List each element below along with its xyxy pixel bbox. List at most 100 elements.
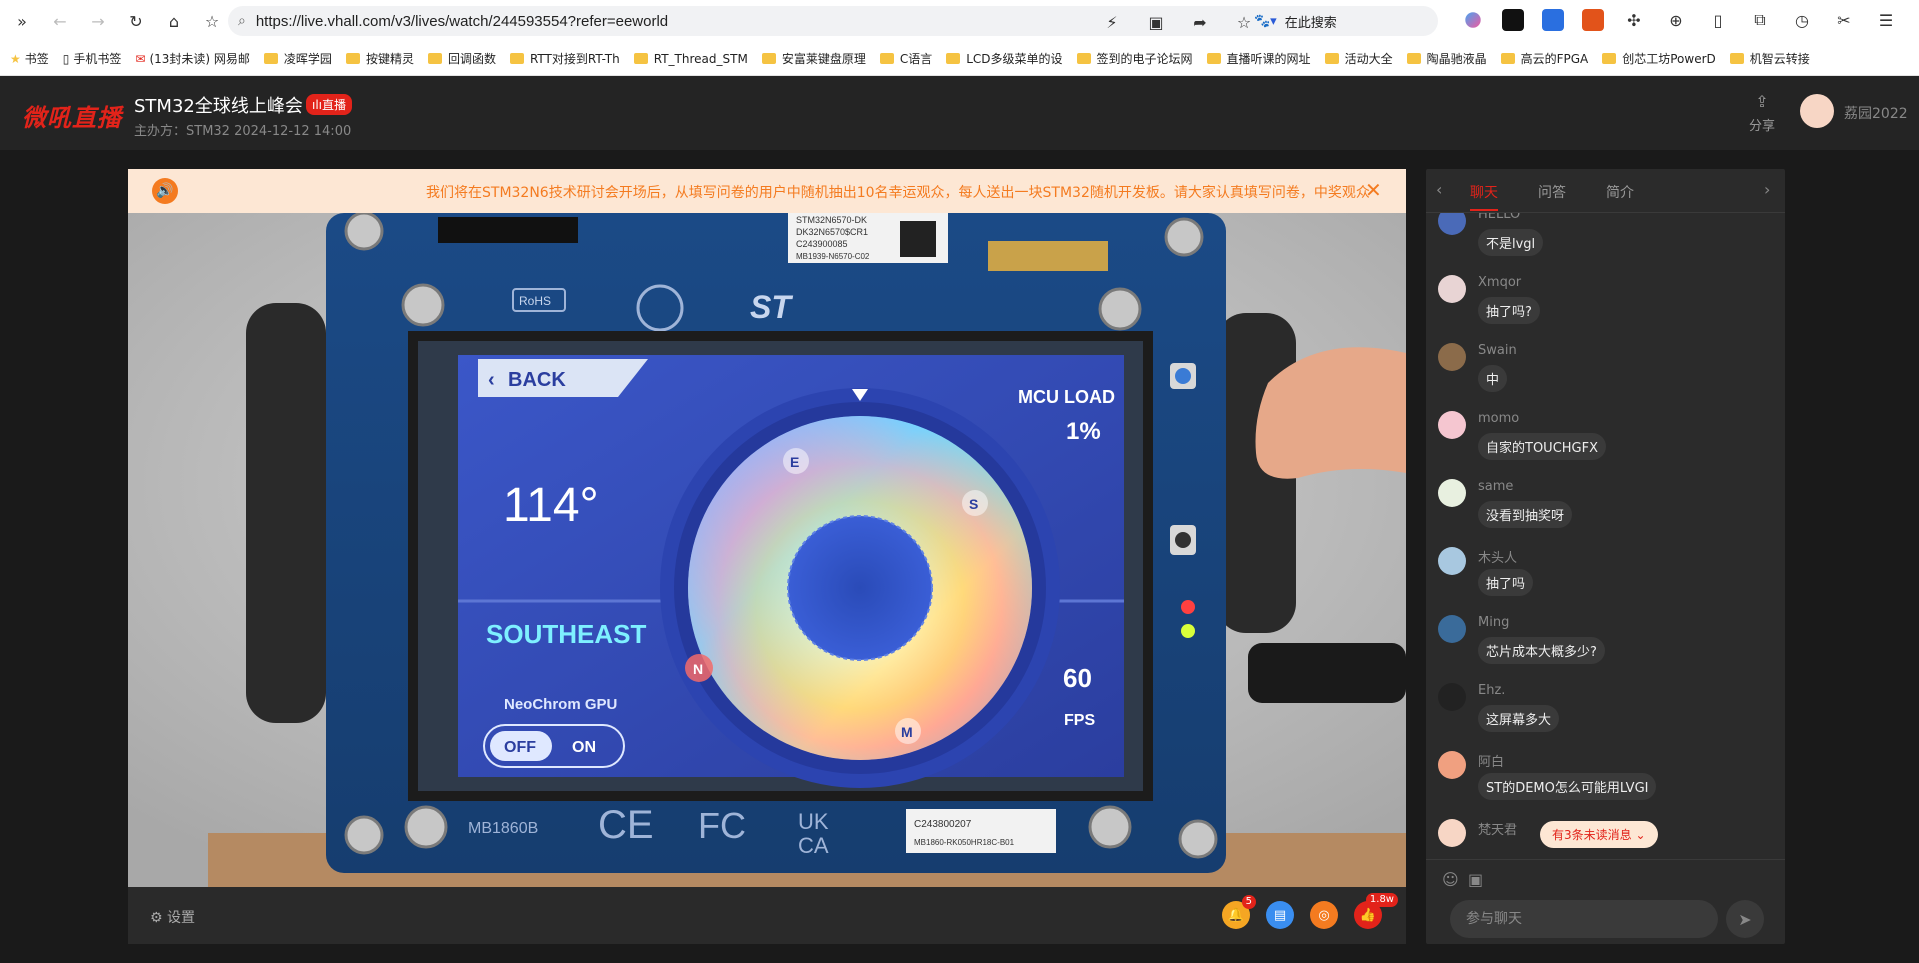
folder-icon [1500,53,1515,64]
tab-qa[interactable]: 问答 [1538,182,1566,202]
extension-icons: ✣ ⊕ ▯ ⧉ ◷ ✂ ☰ — [1462,8,1919,32]
notification-button[interactable]: 🔔 5 [1222,895,1256,929]
unread-messages-button[interactable]: 有3条未读消息 ⌄ [1540,821,1658,848]
rohs-label: RoHS [519,294,551,308]
serial2-label: MB1939-N6570-C02 [796,252,870,261]
message-author: same [1478,479,1514,494]
avatar [1438,751,1466,779]
tab-intro[interactable]: 简介 [1606,182,1634,202]
menu-icon[interactable]: ☰ [1874,8,1898,32]
bookmark-folder[interactable]: 凌晖学园 [263,50,332,67]
compass-s-label: S [969,496,978,512]
reload-icon[interactable]: ↻ [124,9,148,33]
chat-message-list[interactable]: HELLO 不是lvgl Xmqor 抽了吗? Swain 中 momo 自家的… [1426,213,1785,859]
chat-input[interactable] [1450,900,1718,938]
bookmarks-bar: ★ 书签 ▯ 手机书签 ✉ (13封未读) 网易邮 凌晖学园 按键精灵 回调函数 RT… [0,42,1919,76]
message-author: 阿白 [1478,755,1505,770]
bookmark-folder[interactable]: 直播听课的网址 [1206,50,1311,67]
bookmark-folder[interactable]: RT_Thread_STM [633,52,748,66]
mail-icon: ✉ [135,51,146,66]
tab-chat[interactable]: 聊天 [1470,182,1498,202]
notice-bar: 🔊 我们将在STM32N6技术研讨会开场后，从填写问卷的用户中随机抽出10名幸运… [128,169,1406,213]
translate-extension-icon[interactable] [1542,9,1564,31]
serial-label: C243900085 [796,239,848,249]
bookmark-folder[interactable]: 陶晶驰液晶 [1406,50,1487,67]
home-icon[interactable]: ⌂ [162,9,186,33]
user-name[interactable]: 荔园2022 [1844,103,1908,123]
bookmark-item[interactable]: ▯ 手机书签 [63,50,122,67]
close-icon[interactable]: ✕ [1365,178,1382,202]
phone-icon[interactable]: ▯ [1706,8,1730,32]
ai-assistant-icon[interactable] [1465,12,1481,28]
send-button[interactable]: ➤ [1726,900,1764,938]
bookmark-folder[interactable]: C语言 [879,50,932,67]
message-text: 没看到抽奖呀 [1478,501,1573,528]
share-button[interactable]: ⇪ 分享 [1742,92,1782,134]
folder-icon [633,53,648,64]
bookmark-folder[interactable]: LCD多级菜单的设 [946,50,1063,67]
user-avatar[interactable] [1800,94,1834,128]
like-count-badge: 1.8w [1365,893,1398,907]
message-author: 梵天君 [1478,823,1518,838]
toggle-on-label: ON [572,739,596,756]
bookmark-folder[interactable]: 按键精灵 [345,50,414,67]
document-button[interactable]: ▤ [1266,901,1294,929]
video-stream[interactable]: STM32N6570-DK DK32N6570$CR1 C243900085 M… [128,213,1406,887]
chevron-right-icon[interactable]: › [1764,180,1770,199]
speaker-icon: 🔊 [152,178,178,204]
chat-tabs: ‹ 聊天 问答 简介 › [1426,169,1785,213]
document-icon: ▤ [1273,907,1287,923]
share-arrow-icon[interactable]: ➦ [1188,10,1212,34]
window-icon[interactable]: ⧉ [1748,8,1772,32]
settings-button[interactable]: ⚙ 设置 [150,907,195,927]
folder-icon [1406,53,1421,64]
image-icon[interactable]: ▣ [1468,870,1483,889]
video-controls: ⚙ 设置 🔔 5 ▤ ◎ 👍 1.8w [128,887,1406,944]
bookmark-folder[interactable]: 签到的电子论坛网 [1076,50,1193,67]
back-icon[interactable]: ← [48,9,72,33]
lightning-icon[interactable]: ⚡ [1100,10,1124,34]
lottery-button[interactable]: ◎ [1310,901,1338,929]
bookmark-folder[interactable]: 高云的FPGA [1500,50,1588,67]
site-logo[interactable]: 微吼直播 [22,98,122,133]
folder-icon [1324,53,1339,64]
message-author: momo [1478,411,1520,426]
pdf-extension-icon[interactable] [1582,9,1604,31]
bookmark-folder[interactable]: 回调函数 [427,50,496,67]
message-author: HELLO [1478,213,1521,222]
share-label: 分享 [1748,119,1775,134]
bookmark-folder[interactable]: 机智云转接 [1729,50,1810,67]
z-extension-icon[interactable] [1502,9,1524,31]
compass-w-label: M [901,724,913,740]
puzzle-icon[interactable]: ✣ [1622,8,1646,32]
url-text[interactable]: https://live.vhall.com/v3/lives/watch/24… [256,13,668,30]
scissors-icon[interactable]: ✂ [1832,8,1856,32]
notice-text: 我们将在STM32N6技术研讨会开场后，从填写问卷的用户中随机抽出10名幸运观众… [426,185,1370,201]
favorite-star-icon[interactable]: ☆ [200,9,224,33]
sidebar-expand-icon[interactable]: » [10,9,34,33]
history-icon[interactable]: ◷ [1790,8,1814,32]
fc-mark: FC [698,805,746,846]
search-box[interactable]: 🐾▾ 在此搜索 [1244,6,1444,36]
bookmark-folder[interactable]: 安富莱键盘原理 [761,50,866,67]
browser-toolbar: » ← → ↻ ⌂ ☆ ⌕ https://live.vhall.com/v3/… [0,0,1919,42]
download-icon[interactable]: ⊕ [1664,8,1688,32]
like-button[interactable]: 👍 1.8w [1354,893,1398,929]
bookmark-folder[interactable]: 创芯工坊PowerD [1602,50,1716,67]
compass-n-label: N [693,661,703,677]
notification-badge: 5 [1241,895,1256,909]
bell-icon: 🔔 [1227,907,1245,923]
folder-icon [427,53,442,64]
translate-icon[interactable]: ▣ [1144,10,1168,34]
bookmark-folder[interactable]: RTT对接到RT-Th [509,50,620,67]
bookmark-folder[interactable]: 活动大全 [1324,50,1393,67]
message-text: 中 [1478,365,1508,392]
board-sub-label: DK32N6570$CR1 [796,227,868,237]
folder-icon [879,53,894,64]
forward-icon[interactable]: → [86,9,110,33]
chevron-left-icon[interactable]: ‹ [1436,180,1442,199]
paw-search-icon: 🐾▾ [1254,13,1277,29]
emoji-icon[interactable]: ☺ [1442,870,1459,889]
bookmark-item[interactable]: ✉ (13封未读) 网易邮 [135,50,250,67]
bookmark-item[interactable]: ★ 书签 [10,50,49,67]
